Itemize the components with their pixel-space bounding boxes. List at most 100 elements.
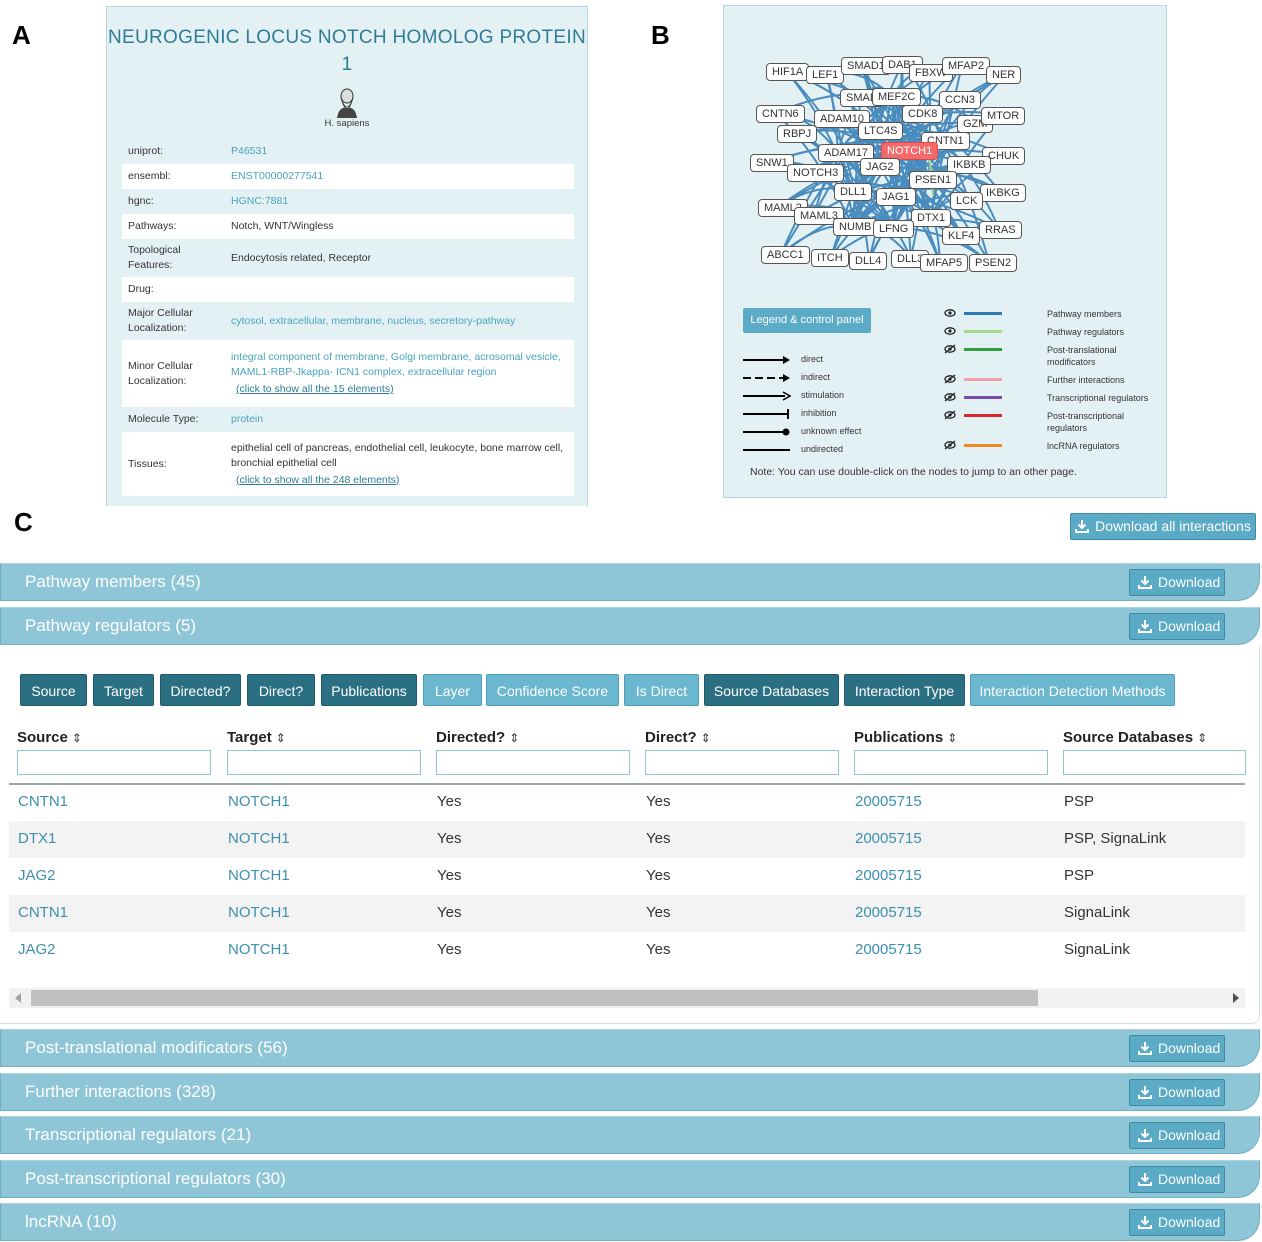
table-cell[interactable]: NOTCH1 — [228, 830, 290, 847]
network-node[interactable]: ITCH — [811, 249, 849, 267]
column-header[interactable]: Direct? ⇕ — [645, 729, 711, 746]
column-toggle-button[interactable]: Source Databases — [704, 674, 839, 706]
column-toggle-button[interactable]: Direct? — [247, 674, 315, 706]
network-node[interactable]: NER — [986, 66, 1022, 84]
network-node[interactable]: CDK8 — [902, 105, 944, 123]
attribute-value[interactable]: integral component of membrane, Golgi me… — [231, 350, 568, 380]
network-node[interactable]: PSEN2 — [969, 254, 1018, 272]
network-node[interactable]: NOTCH3 — [787, 164, 845, 182]
column-filter-input[interactable] — [17, 750, 211, 775]
sort-icon[interactable]: ⇕ — [701, 731, 711, 745]
column-toggle-button[interactable]: Interaction Type — [844, 674, 965, 706]
attribute-value[interactable]: protein — [231, 412, 568, 427]
network-node[interactable]: LFNG — [873, 220, 915, 238]
table-cell[interactable]: 20005715 — [855, 941, 922, 958]
column-header[interactable]: Source ⇕ — [17, 729, 82, 746]
attribute-value[interactable]: cytosol, extracellular, membrane, nucleu… — [231, 314, 568, 329]
sort-icon[interactable]: ⇕ — [276, 731, 286, 745]
column-toggle-button[interactable]: Target — [93, 674, 154, 706]
network-node[interactable]: ABCC1 — [761, 246, 810, 264]
column-header[interactable]: Source Databases ⇕ — [1063, 729, 1207, 746]
network-node[interactable]: CCN3 — [939, 91, 981, 109]
eye-slash-icon[interactable] — [944, 392, 956, 406]
accordion-header[interactable]: Further interactions (328) Download — [0, 1073, 1260, 1111]
column-toggle-button[interactable]: Source — [20, 674, 87, 706]
column-toggle-button[interactable]: Publications — [321, 674, 417, 706]
column-filter-input[interactable] — [436, 750, 630, 775]
attribute-value[interactable]: ENST00000277541 — [231, 169, 568, 184]
accordion-header[interactable]: Transcriptional regulators (21) Download — [0, 1116, 1260, 1154]
table-row[interactable]: CNTN1 NOTCH1 Yes Yes 20005715 PSP — [9, 784, 1245, 821]
download-button[interactable]: Download — [1129, 1079, 1225, 1106]
eye-icon[interactable] — [944, 326, 956, 340]
table-row[interactable]: JAG2 NOTCH1 Yes Yes 20005715 PSP — [9, 858, 1245, 895]
table-cell[interactable]: CNTN1 — [18, 793, 68, 810]
download-button[interactable]: Download — [1129, 613, 1225, 640]
download-button[interactable]: Download — [1129, 1166, 1225, 1193]
network-node[interactable]: RBPJ — [777, 125, 818, 143]
table-row[interactable]: DTX1 NOTCH1 Yes Yes 20005715 PSP, SignaLink — [9, 821, 1245, 858]
table-cell[interactable]: NOTCH1 — [228, 793, 290, 810]
column-toggle-button[interactable]: Interaction Detection Methods — [970, 674, 1175, 706]
column-filter-input[interactable] — [854, 750, 1048, 775]
network-node[interactable]: CNTN6 — [756, 105, 805, 123]
table-cell[interactable]: NOTCH1 — [228, 867, 290, 884]
accordion-header[interactable]: Pathway members (45) Download — [0, 563, 1260, 601]
network-node[interactable]: NUMB — [833, 218, 878, 236]
table-cell[interactable]: NOTCH1 — [228, 941, 290, 958]
table-row[interactable]: JAG2 NOTCH1 Yes Yes 20005715 SignaLink — [9, 932, 1245, 969]
column-filter-input[interactable] — [227, 750, 421, 775]
column-filter-input[interactable] — [645, 750, 839, 775]
network-node[interactable]: RRAS — [979, 221, 1022, 239]
network-node[interactable]: IKBKG — [980, 184, 1026, 202]
download-all-button[interactable]: Download all interactions — [1070, 513, 1256, 540]
show-all-link[interactable]: (click to show all the 248 elements) — [236, 473, 399, 488]
network-node[interactable]: DLL4 — [849, 252, 888, 270]
table-cell[interactable]: CNTN1 — [18, 904, 68, 921]
column-header[interactable]: Target ⇕ — [227, 729, 286, 746]
network-node[interactable]: JAG2 — [860, 158, 900, 176]
accordion-header[interactable]: Pathway regulators (5) Download — [0, 607, 1260, 645]
sort-icon[interactable]: ⇕ — [1197, 731, 1207, 745]
eye-slash-icon[interactable] — [944, 440, 956, 454]
eye-slash-icon[interactable] — [944, 344, 956, 358]
network-node[interactable]: JAG1 — [876, 188, 916, 206]
table-cell[interactable]: JAG2 — [18, 867, 56, 884]
accordion-header[interactable]: Post-transcriptional regulators (30) Down… — [0, 1160, 1260, 1198]
network-node[interactable]: DLL1 — [834, 183, 873, 201]
scroll-thumb[interactable] — [31, 990, 1038, 1006]
table-cell[interactable]: 20005715 — [855, 830, 922, 847]
download-button[interactable]: Download — [1129, 569, 1225, 596]
network-node[interactable]: HIF1A — [766, 63, 810, 81]
sort-icon[interactable]: ⇕ — [72, 731, 82, 745]
network-graph[interactable]: HIF1A LEF1 SMAD1 DAB1 FBXW MFAP2 NER SMAD MEF2C C… — [744, 46, 1044, 286]
column-toggle-button[interactable]: Layer — [423, 674, 482, 706]
column-toggle-button[interactable]: Confidence Score — [486, 674, 619, 706]
column-header[interactable]: Publications ⇕ — [854, 729, 957, 746]
table-cell[interactable]: 20005715 — [855, 867, 922, 884]
column-header[interactable]: Directed? ⇕ — [436, 729, 519, 746]
network-node[interactable]: DTX1 — [911, 209, 952, 227]
table-row[interactable]: CNTN1 NOTCH1 Yes Yes 20005715 SignaLink — [9, 895, 1245, 932]
scroll-right-arrow-icon[interactable] — [1233, 993, 1239, 1003]
download-button[interactable]: Download — [1129, 1209, 1225, 1236]
table-cell[interactable]: NOTCH1 — [228, 904, 290, 921]
accordion-header[interactable]: lncRNA (10) Download — [0, 1203, 1260, 1241]
network-node[interactable]: MEF2C — [872, 88, 922, 106]
network-node[interactable]: MFAP2 — [942, 57, 991, 75]
show-all-link[interactable]: (click to show all the 15 elements) — [236, 382, 394, 397]
network-node[interactable]: MTOR — [981, 107, 1026, 125]
download-button[interactable]: Download — [1129, 1035, 1225, 1062]
network-node[interactable]: MFAP5 — [920, 254, 969, 272]
accordion-header[interactable]: Post-translational modificators (56) Down… — [0, 1029, 1260, 1067]
eye-slash-icon[interactable] — [944, 410, 956, 424]
network-node[interactable]: PSEN1 — [909, 171, 958, 189]
table-cell[interactable]: JAG2 — [18, 941, 56, 958]
column-toggle-button[interactable]: Directed? — [160, 674, 241, 706]
sort-icon[interactable]: ⇕ — [947, 731, 957, 745]
table-cell[interactable]: 20005715 — [855, 904, 922, 921]
network-node[interactable]: KLF4 — [942, 227, 981, 245]
network-node[interactable]: LCK — [950, 192, 984, 210]
attribute-value[interactable]: HGNC:7881 — [231, 194, 568, 209]
network-node[interactable]: LTC4S — [858, 122, 904, 140]
